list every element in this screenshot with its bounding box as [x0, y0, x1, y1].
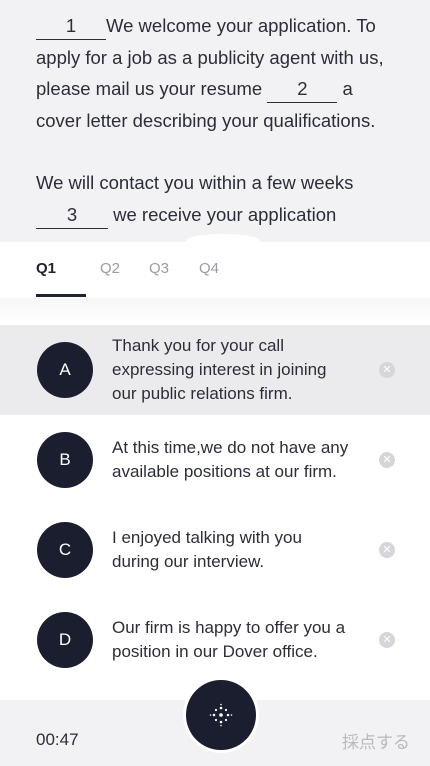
- option-letter-badge: B: [37, 432, 93, 488]
- passage-paragraph-2: We will contact you within a few weeks 3…: [36, 167, 396, 230]
- eliminate-option-icon[interactable]: ✕: [379, 452, 395, 468]
- question-tabs: Q1 Q2 Q3 Q4: [0, 234, 430, 299]
- eliminate-option-icon[interactable]: ✕: [379, 362, 395, 378]
- option-d[interactable]: D Our firm is happy to offer you a posit…: [0, 595, 430, 685]
- timer: 00:47: [36, 730, 79, 749]
- option-text: Thank you for your call expressing inter…: [112, 336, 327, 403]
- option-b[interactable]: B At this time,we do not have any availa…: [0, 415, 430, 505]
- option-text: At this time,we do not have any availabl…: [112, 438, 349, 481]
- tab-q4[interactable]: Q4: [199, 260, 219, 277]
- option-c[interactable]: C I enjoyed talking with you during our …: [0, 505, 430, 595]
- tab-q2[interactable]: Q2: [100, 260, 120, 277]
- option-a[interactable]: A Thank you for your call expressing int…: [0, 325, 430, 415]
- blank-3: 3: [36, 202, 108, 229]
- option-letter-badge: D: [37, 612, 93, 668]
- option-text: I enjoyed talking with you during our in…: [112, 528, 302, 571]
- option-text: Our firm is happy to offer you a positio…: [112, 618, 346, 661]
- blank-2: 2: [267, 76, 338, 103]
- center-action-button[interactable]: [186, 680, 256, 750]
- active-tab-indicator: [36, 294, 86, 297]
- blank-1: 1: [36, 13, 106, 40]
- option-letter-badge: A: [37, 342, 93, 398]
- tab-q1[interactable]: Q1: [36, 260, 56, 277]
- score-button[interactable]: 採点する: [342, 728, 410, 753]
- passage-text-3: We will contact you within a few weeks: [36, 172, 354, 193]
- answer-options: A Thank you for your call expressing int…: [0, 325, 430, 685]
- tab-q3[interactable]: Q3: [149, 260, 169, 277]
- eliminate-option-icon[interactable]: ✕: [379, 632, 395, 648]
- tabs-divider: [0, 298, 430, 324]
- sparkle-icon: [209, 703, 233, 727]
- passage-text-4: we receive your application: [113, 203, 337, 225]
- option-letter-badge: C: [37, 522, 93, 578]
- passage-panel: 1 We welcome your application. To apply f…: [0, 0, 430, 242]
- eliminate-option-icon[interactable]: ✕: [379, 542, 395, 558]
- passage-paragraph-1: 1 We welcome your application. To apply f…: [36, 10, 396, 136]
